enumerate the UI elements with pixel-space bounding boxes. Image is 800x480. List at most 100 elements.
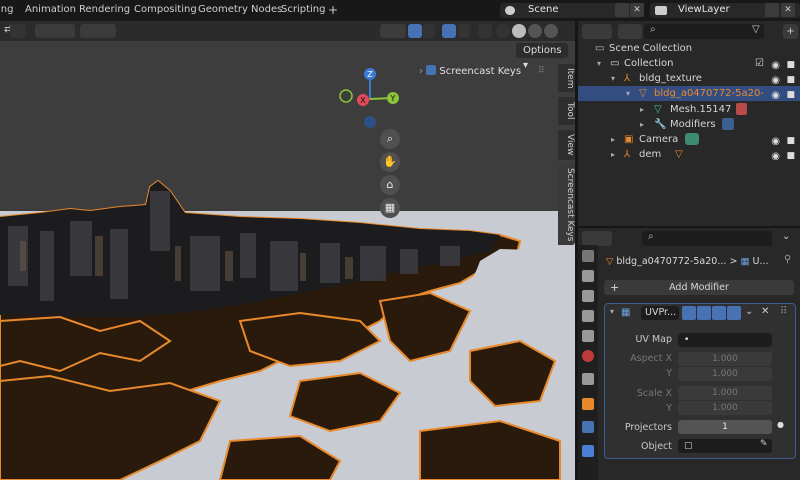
camera-icon[interactable]: ■	[786, 88, 795, 103]
chevron-right-icon[interactable]: ▸	[640, 117, 644, 132]
eyedropper-icon[interactable]: ✎	[760, 439, 768, 449]
outliner-search-input[interactable]: ⌕	[644, 24, 764, 39]
close-scene-icon[interactable]: ✕	[630, 3, 644, 17]
chevron-down-icon[interactable]: ▾	[597, 56, 601, 71]
projectors-field[interactable]: 1	[678, 420, 772, 434]
render-toggle-icon[interactable]	[727, 306, 741, 320]
on-cage-toggle-icon[interactable]	[697, 306, 711, 320]
new-view-layer-icon[interactable]	[765, 3, 779, 17]
chevron-right-icon[interactable]: ▸	[611, 147, 615, 162]
keyframe-dot-icon[interactable]: ●	[777, 420, 784, 429]
xray-icon[interactable]	[478, 24, 492, 38]
chevron-right-icon[interactable]: ›	[419, 66, 423, 77]
render-tab-icon[interactable]	[582, 270, 594, 282]
tab-geometry-nodes[interactable]: Geometry Nodes	[198, 4, 282, 15]
world-tab-icon[interactable]	[582, 350, 594, 362]
scale-x-field[interactable]: 1.000	[678, 386, 772, 400]
drag-handle-icon[interactable]: ⠿	[538, 66, 545, 76]
material-shading-icon[interactable]	[528, 24, 542, 38]
modifier-name-field[interactable]: UVPr...	[641, 306, 679, 320]
tab-layout[interactable]: ing	[0, 4, 13, 15]
properties-search-input[interactable]: ⌕	[642, 231, 772, 246]
chevron-right-icon[interactable]: ▸	[611, 132, 615, 147]
tab-compositing[interactable]: Compositing	[134, 4, 197, 15]
snap-icon[interactable]	[35, 24, 75, 38]
camera-view-icon[interactable]: ⌂	[380, 175, 400, 195]
overlay-toggle-icon[interactable]	[442, 24, 456, 38]
solid-shading-icon[interactable]	[512, 24, 526, 38]
chevron-down-icon[interactable]: ▾	[626, 86, 630, 101]
gizmo-menu-icon[interactable]	[423, 24, 435, 38]
pin-icon[interactable]: ⚲	[784, 254, 791, 265]
overlay-menu-icon[interactable]	[458, 24, 470, 38]
uv-map-field[interactable]: •	[678, 333, 772, 347]
close-icon[interactable]: ✕	[761, 306, 769, 317]
outliner-row-camera[interactable]: ▸ ▣ Camera ◉ ■	[578, 132, 800, 147]
pan-hand-icon[interactable]: ✋	[380, 152, 400, 172]
add-workspace-button[interactable]: +	[328, 3, 338, 17]
options-button[interactable]: Options ▾	[516, 43, 568, 71]
aspect-y-field[interactable]: 1.000	[678, 367, 772, 381]
scene-tab-icon[interactable]	[582, 330, 594, 342]
screencast-checkbox[interactable]	[426, 65, 437, 75]
editor-type-icon[interactable]	[582, 24, 612, 39]
drag-handle-icon[interactable]: ⠿	[780, 306, 787, 317]
add-modifier-button[interactable]: + Add Modifier	[604, 280, 794, 295]
outliner-row-bldg-object[interactable]: ▾ ▽ bldg_a0470772-5a20- ◉ ■	[578, 86, 800, 101]
rendered-shading-icon[interactable]	[544, 24, 558, 38]
outliner-row-scene-collection[interactable]: ▭ Scene Collection	[578, 41, 800, 56]
tool-tab-icon[interactable]	[582, 250, 594, 262]
tab-rendering[interactable]: Rendering	[79, 4, 130, 15]
object-field[interactable]: ▢	[678, 439, 772, 453]
zoom-icon[interactable]: ⌕	[380, 129, 400, 149]
remove-view-layer-icon[interactable]: ✕	[781, 3, 795, 17]
sidebar-tab-view[interactable]: View	[558, 130, 575, 160]
outliner-row-mesh[interactable]: ▸ ▽ Mesh.15147	[578, 102, 800, 117]
scale-y-field[interactable]: 1.000	[678, 401, 772, 415]
realtime-toggle-icon[interactable]	[712, 306, 726, 320]
proportional-edit-icon[interactable]	[80, 24, 116, 38]
editor-type-icon[interactable]	[582, 231, 612, 246]
particles-tab-icon[interactable]	[582, 445, 594, 457]
area-splitter[interactable]	[578, 226, 800, 228]
tab-scripting[interactable]: Scripting	[281, 4, 325, 15]
sidebar-tab-tool[interactable]: Tool	[558, 97, 575, 125]
chevron-right-icon[interactable]: ▸	[640, 102, 644, 117]
edit-mode-toggle-icon[interactable]	[682, 306, 696, 320]
camera-icon[interactable]: ■	[786, 149, 795, 164]
chevron-down-icon[interactable]: ▾	[611, 71, 615, 86]
3d-viewport[interactable]: ⇄ Options ▾ › Screencast Keys ⠿ Z Y X ⌕	[0, 21, 575, 480]
sidebar-tab-item[interactable]: Item	[558, 64, 575, 92]
pivot-icon[interactable]	[10, 24, 26, 38]
area-splitter[interactable]	[575, 21, 578, 480]
modifier-tab-icon[interactable]	[582, 421, 594, 433]
outliner-row-modifiers[interactable]: ▸ 🔧 Modifiers	[578, 117, 800, 132]
tab-animation[interactable]: Animation	[25, 4, 76, 15]
breadcrumb: ▽ bldg_a0470772-5a20... > ▦ U...	[606, 254, 796, 269]
eye-icon[interactable]: ◉	[771, 149, 780, 164]
view-layer-tab-icon[interactable]	[582, 310, 594, 322]
visibility-icon[interactable]	[380, 24, 406, 38]
new-scene-icon[interactable]	[615, 3, 629, 17]
eye-icon[interactable]: ◉	[771, 88, 780, 103]
navigation-gizmo[interactable]: Z Y X	[335, 66, 405, 136]
sidebar-tab-screencast-keys[interactable]: Screencast Keys	[558, 165, 575, 245]
outliner-row-bldg-texture[interactable]: ▾ ⅄ bldg_texture ◉ ■	[578, 71, 800, 86]
checkbox-icon[interactable]: ☑	[755, 56, 764, 71]
chevron-down-icon[interactable]: ⌄	[745, 306, 753, 317]
outliner-row-dem[interactable]: ▸ ⅄ dem ▽ ◉ ■	[578, 147, 800, 162]
wireframe-shading-icon[interactable]	[496, 24, 510, 38]
gizmo-toggle-icon[interactable]	[408, 24, 422, 38]
chevron-down-icon[interactable]: ▾	[610, 307, 614, 316]
collection-tab-icon[interactable]	[582, 373, 594, 385]
perspective-grid-icon[interactable]: ▦	[380, 198, 400, 218]
aspect-x-field[interactable]: 1.000	[678, 352, 772, 366]
outliner-row-collection[interactable]: ▾ ▭ Collection ☑ ◉ ■	[578, 56, 800, 71]
options-icon[interactable]: ⌄	[782, 231, 796, 246]
display-mode-icon[interactable]	[618, 24, 642, 39]
output-tab-icon[interactable]	[582, 290, 594, 302]
object-tab-icon[interactable]	[582, 398, 594, 410]
filter-icon[interactable]: ▽	[752, 24, 772, 39]
new-collection-icon[interactable]: +	[783, 24, 798, 39]
svg-text:X: X	[360, 96, 366, 105]
